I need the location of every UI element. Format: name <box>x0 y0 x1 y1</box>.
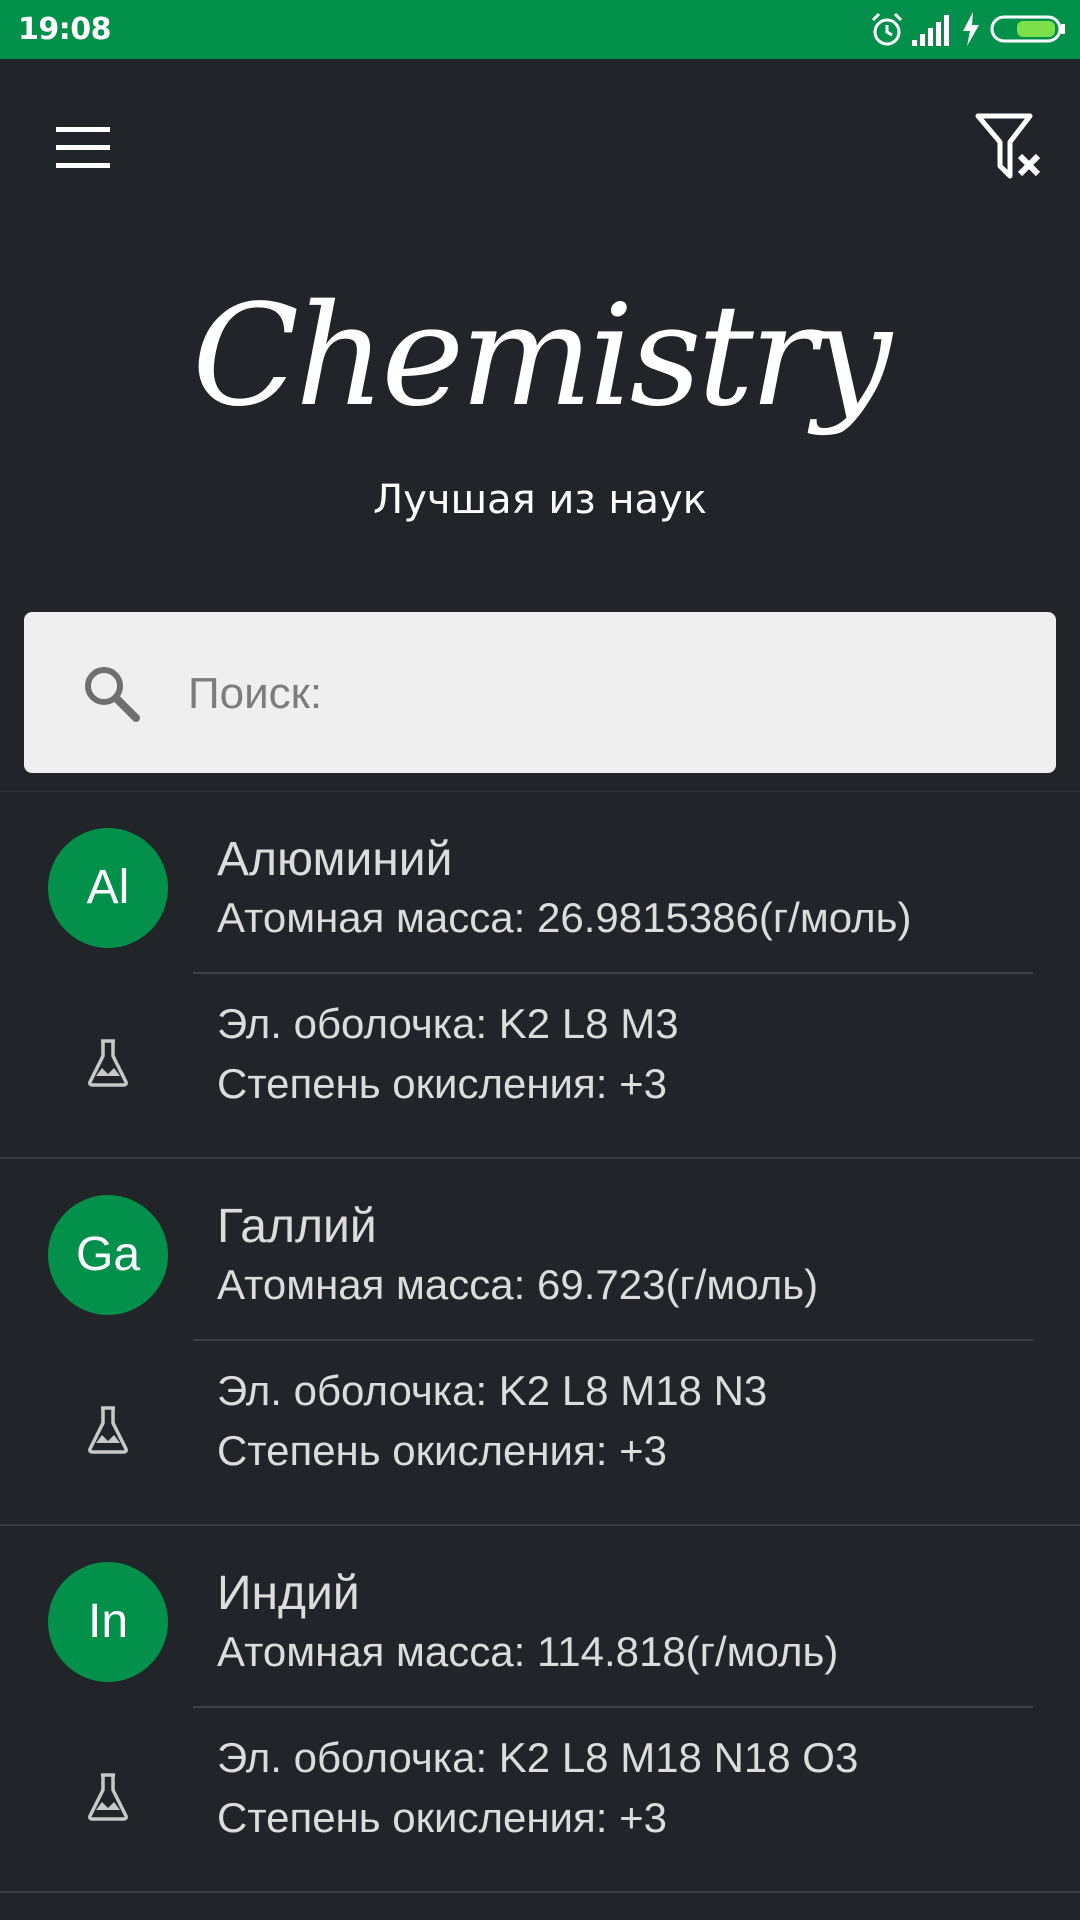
item-divider <box>193 1339 1033 1341</box>
element-oxidation-state: Степень окисления: +3 <box>217 1427 667 1474</box>
element-symbol-badge: In <box>48 1562 168 1682</box>
element-symbol-badge: Al <box>48 828 168 948</box>
hamburger-menu-icon <box>56 127 110 168</box>
element-list-item[interactable]: Ga Галлий Атомная масса: 69.723(г/моль) … <box>0 1159 1080 1526</box>
signal-icon <box>912 15 949 46</box>
search-bar[interactable] <box>24 612 1056 773</box>
search-input[interactable] <box>186 648 1010 740</box>
element-symbol-badge: Ga <box>48 1195 168 1315</box>
element-atomic-mass: Атомная масса: 114.818(г/моль) <box>217 1628 839 1675</box>
flask-icon <box>88 1406 128 1454</box>
element-atomic-mass: Атомная масса: 69.723(г/моль) <box>217 1261 819 1308</box>
status-bar: 19:08 <box>0 0 1080 59</box>
filter-clear-icon <box>975 113 1041 179</box>
app-screen: Chemistry Лучшая из наук Al Алюминий Ато… <box>0 59 1080 1920</box>
element-electron-shell: Эл. оболочка: K2 L8 M18 N18 O3 <box>217 1734 859 1781</box>
element-name: Галлий <box>217 1200 377 1253</box>
flask-icon <box>88 1773 128 1821</box>
search-icon <box>85 667 140 722</box>
element-oxidation-state: Степень окисления: +3 <box>217 1060 667 1107</box>
clear-filter-button[interactable] <box>974 112 1046 184</box>
flask-icon <box>88 1039 128 1087</box>
element-list-item[interactable]: Al Алюминий Атомная масса: 26.9815386(г/… <box>0 792 1080 1159</box>
element-atomic-mass: Атомная масса: 26.9815386(г/моль) <box>217 894 912 941</box>
charging-icon <box>963 12 979 46</box>
logo-title: Chemistry <box>192 275 892 438</box>
element-oxidation-state: Степень окисления: +3 <box>217 1794 667 1841</box>
element-name: Индий <box>217 1567 360 1620</box>
status-time: 19:08 <box>18 12 112 47</box>
battery-icon <box>990 15 1065 43</box>
element-name: Алюминий <box>217 833 453 886</box>
item-divider <box>193 972 1033 974</box>
menu-button[interactable] <box>52 123 114 173</box>
element-electron-shell: Эл. оболочка: K2 L8 M3 <box>217 1000 679 1047</box>
alarm-icon <box>871 12 903 46</box>
item-divider <box>193 1706 1033 1708</box>
app-logo: Chemistry Лучшая из наук <box>0 267 1080 527</box>
logo-subtitle: Лучшая из наук <box>373 477 707 523</box>
element-list: Al Алюминий Атомная масса: 26.9815386(г/… <box>0 792 1080 1893</box>
element-list-item[interactable]: In Индий Атомная масса: 114.818(г/моль) … <box>0 1526 1080 1893</box>
element-electron-shell: Эл. оболочка: K2 L8 M18 N3 <box>217 1367 768 1414</box>
